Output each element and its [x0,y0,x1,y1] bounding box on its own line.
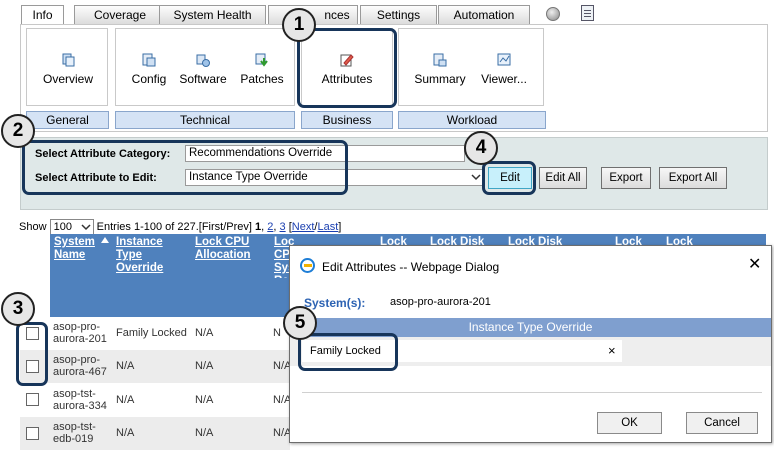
tab-coverage[interactable]: Coverage [74,5,166,24]
group-label-business: Business [301,111,393,129]
highlight-checkboxes [16,322,48,386]
software-label: Software [179,72,227,86]
status-circle-icon[interactable] [546,7,560,21]
group-label-workload: Workload [398,111,546,129]
callout-5: 5 [283,306,317,340]
ie-browser-icon [300,258,315,273]
last-link[interactable]: Last [317,221,338,233]
page-sep-2: , [273,220,277,233]
row-col4: N [273,327,281,339]
table-row[interactable]: asop-tst-edb-019 N/A N/A N/A [20,417,291,450]
bracket-close: ] [338,220,342,233]
row-checkbox[interactable] [26,427,39,440]
row-instance-type: N/A [116,360,135,372]
config-icon [142,53,156,67]
highlight-attributes [297,28,397,108]
page-sep-1: , [261,220,265,233]
col-instance-type[interactable]: Instance Type Override [116,236,178,275]
callout-3: 3 [1,292,35,326]
row-lock-cpu: N/A [195,360,214,372]
next-link[interactable]: Next [292,221,315,233]
table-row[interactable]: asop-tst-aurora-334 N/A N/A N/A [20,384,291,417]
overview-icon [62,53,75,67]
viewer-button[interactable]: Viewer... [476,52,532,86]
tab-automation[interactable]: Automation [438,5,530,24]
callout-4: 4 [464,131,498,165]
row-system-name: asop-pro-aurora-201 [53,321,107,345]
viewer-icon [497,53,511,66]
tab-info[interactable]: Info [21,5,64,25]
export-all-button[interactable]: Export All [659,167,727,189]
group-label-technical: Technical [115,111,295,129]
row-checkbox[interactable] [26,393,39,406]
table-row[interactable]: asop-pro-aurora-201 Family Locked N/A N [20,317,290,350]
row-system-name: asop-tst-aurora-334 [53,388,107,412]
row-instance-type: N/A [116,427,135,439]
config-label: Config [131,72,167,86]
highlight-edit-button [482,161,536,195]
clipboard-icon[interactable] [581,5,594,21]
row-lock-cpu: N/A [195,394,214,406]
callout-2: 2 [1,114,35,148]
row-instance-type: N/A [116,394,135,406]
entries-text: Entries 1-100 of 227. [96,220,199,233]
summary-button[interactable]: Summary [410,52,470,86]
col-lock-cpu-allocation[interactable]: Lock CPU Allocation [195,236,265,262]
highlight-selectors [22,140,348,195]
chevron-down-icon [81,224,91,231]
systems-label: System(s): [304,296,366,310]
dialog-divider [302,392,762,393]
software-icon [196,54,210,67]
show-label: Show [19,220,47,233]
group-label-general: General [26,111,109,129]
overview-label: Overview [42,72,93,86]
page-size-select[interactable]: 100 [49,219,94,235]
paging-bar: Show 100 Entries 1-100 of 227.[First/Pre… [19,219,341,235]
tab-settings[interactable]: Settings [360,5,437,24]
patches-label: Patches [240,72,284,86]
edit-all-button[interactable]: Edit All [539,167,587,189]
col-system-name[interactable]: System Name [54,236,104,262]
highlight-field [298,333,398,371]
close-icon[interactable]: ✕ [748,254,761,274]
row-instance-type: Family Locked [116,327,187,339]
patches-button[interactable]: Patches [237,52,287,86]
table-row[interactable]: asop-pro-aurora-467 N/A N/A N/A [20,350,291,383]
ok-button[interactable]: OK [597,412,662,434]
callout-1: 1 [282,8,316,42]
chevron-down-icon [471,174,481,181]
row-system-name: asop-pro-aurora-467 [53,354,107,378]
systems-value: asop-pro-aurora-201 [390,296,491,308]
first-prev-text: [First/Prev] [198,220,252,233]
overview-button[interactable]: Overview [40,52,96,86]
config-button[interactable]: Config [128,52,170,86]
summary-label: Summary [414,72,466,86]
patches-icon [255,53,268,67]
row-lock-cpu: N/A [195,427,214,439]
clear-icon[interactable]: × [608,340,616,362]
page-size-value: 100 [53,221,72,233]
cancel-button[interactable]: Cancel [686,412,758,434]
export-button[interactable]: Export [601,167,651,189]
page-3-link[interactable]: 3 [280,221,286,233]
viewer-label: Viewer... [481,72,527,86]
sort-up-icon [101,237,109,243]
software-button[interactable]: Software [176,52,230,86]
dialog-title: Edit Attributes -- Webpage Dialog [322,260,500,274]
tab-system-health[interactable]: System Health [159,5,266,24]
row-system-name: asop-tst-edb-019 [53,421,96,445]
row-lock-cpu: N/A [195,327,214,339]
summary-icon [433,53,447,67]
